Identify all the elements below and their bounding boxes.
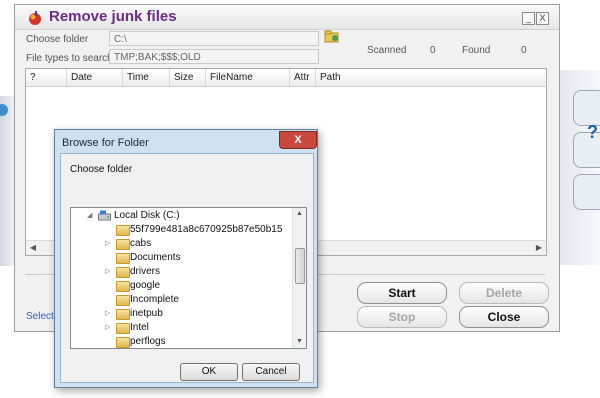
column-header-time[interactable]: Time xyxy=(123,69,170,86)
folder-icon xyxy=(116,267,130,278)
tree-item-label: Local Disk (C:) xyxy=(114,210,180,221)
collapse-icon[interactable]: ◢ xyxy=(87,209,95,223)
scroll-down-icon[interactable]: ▼ xyxy=(293,336,306,348)
folder-icon xyxy=(116,295,130,306)
column-header-path[interactable]: Path xyxy=(316,69,546,86)
tree-item-label: Documents xyxy=(130,252,181,263)
browse-folder-icon[interactable] xyxy=(324,30,340,44)
expand-icon[interactable]: ▷ xyxy=(105,237,113,251)
hard-disk-icon xyxy=(98,210,111,221)
folder-icon xyxy=(116,323,130,334)
file-types-input[interactable]: TMP;BAK;$$$;OLD xyxy=(109,49,319,64)
tree-item-label: google xyxy=(130,280,161,291)
found-label: Found xyxy=(462,45,491,56)
cancel-button[interactable]: Cancel xyxy=(242,363,300,381)
start-button[interactable]: Start xyxy=(357,282,447,304)
scrollbar-thumb[interactable] xyxy=(295,248,305,284)
tree-row[interactable]: ▷ Intel xyxy=(71,321,293,335)
expand-icon[interactable]: ▷ xyxy=(105,321,113,335)
scroll-left-icon[interactable]: ◀ xyxy=(27,242,39,254)
delete-button[interactable]: Delete xyxy=(459,282,549,304)
dialog-close-button[interactable]: X xyxy=(279,131,317,149)
column-header-attr[interactable]: Attr xyxy=(290,69,316,86)
dialog-title: Browse for Folder xyxy=(62,137,149,149)
tree-item-label: Intel xyxy=(130,322,149,333)
browse-for-folder-dialog: Browse for Folder X Choose folder ◢ Loca… xyxy=(54,129,318,388)
expand-icon[interactable]: ▷ xyxy=(105,307,113,321)
title-bar: Remove junk files _ X xyxy=(15,5,559,30)
table-header: ? Date Time Size FileName Attr Path xyxy=(26,69,546,87)
found-count: 0 xyxy=(521,45,527,56)
column-header-filename[interactable]: FileName xyxy=(206,69,290,86)
background-app-left-edge xyxy=(0,96,15,266)
app-icon xyxy=(29,11,41,25)
scanned-count: 0 xyxy=(430,45,436,56)
tree-row[interactable]: ▷ cabs xyxy=(71,237,293,251)
folder-icon xyxy=(116,225,130,236)
column-header-question[interactable]: ? xyxy=(26,69,67,86)
choose-folder-input[interactable]: C:\ xyxy=(109,31,319,46)
column-header-date[interactable]: Date xyxy=(67,69,123,86)
window-title: Remove junk files xyxy=(49,8,177,25)
tree-item-label: perflogs xyxy=(130,336,166,347)
expand-icon[interactable]: ▷ xyxy=(105,265,113,279)
dialog-body: Choose folder ◢ Local Disk (C:) 55f799e4… xyxy=(60,153,314,383)
ok-button[interactable]: OK xyxy=(180,363,238,381)
choose-folder-label: Choose folder xyxy=(26,34,89,45)
folder-icon xyxy=(116,239,130,250)
tree-item-label: 55f799e481a8c670925b87e50b15 xyxy=(130,224,283,235)
column-header-size[interactable]: Size xyxy=(170,69,206,86)
scanned-label: Scanned xyxy=(367,45,407,56)
tree-row[interactable]: ▷ inetpub xyxy=(71,307,293,321)
close-window-button[interactable]: X xyxy=(536,12,549,25)
background-tab xyxy=(573,174,600,210)
background-tab xyxy=(573,90,600,126)
tree-item-label: Incomplete xyxy=(130,294,179,305)
tree-item-label: cabs xyxy=(130,238,152,249)
folder-icon xyxy=(116,309,130,320)
folder-icon xyxy=(116,281,130,292)
folder-icon xyxy=(116,337,130,348)
tree-row[interactable]: perflogs xyxy=(71,335,293,348)
vertical-scrollbar[interactable]: ▲ ▼ xyxy=(292,208,306,348)
close-button[interactable]: Close xyxy=(459,306,549,328)
scroll-up-icon[interactable]: ▲ xyxy=(293,208,306,220)
arrow-icon: ? xyxy=(587,122,598,142)
tree-row[interactable]: Documents xyxy=(71,251,293,265)
scroll-right-icon[interactable]: ▶ xyxy=(533,242,545,254)
tree-row[interactable]: 55f799e481a8c670925b87e50b15 xyxy=(71,223,293,237)
gear-icon xyxy=(0,104,8,116)
tree-item-label: drivers xyxy=(130,266,161,277)
dialog-message: Choose folder xyxy=(70,164,133,175)
folder-tree[interactable]: ◢ Local Disk (C:) 55f799e481a8c670925b87… xyxy=(70,207,307,349)
tree-item-label: inetpub xyxy=(130,308,163,319)
tree-row[interactable]: ▷ drivers xyxy=(71,265,293,279)
tree-row[interactable]: google xyxy=(71,279,293,293)
tree-row[interactable]: Incomplete xyxy=(71,293,293,307)
stop-button[interactable]: Stop xyxy=(357,306,447,328)
tree-row-root[interactable]: ◢ Local Disk (C:) xyxy=(71,209,293,223)
file-types-label: File types to search xyxy=(26,53,113,64)
folder-icon xyxy=(116,253,130,264)
minimize-button[interactable]: _ xyxy=(522,12,535,25)
